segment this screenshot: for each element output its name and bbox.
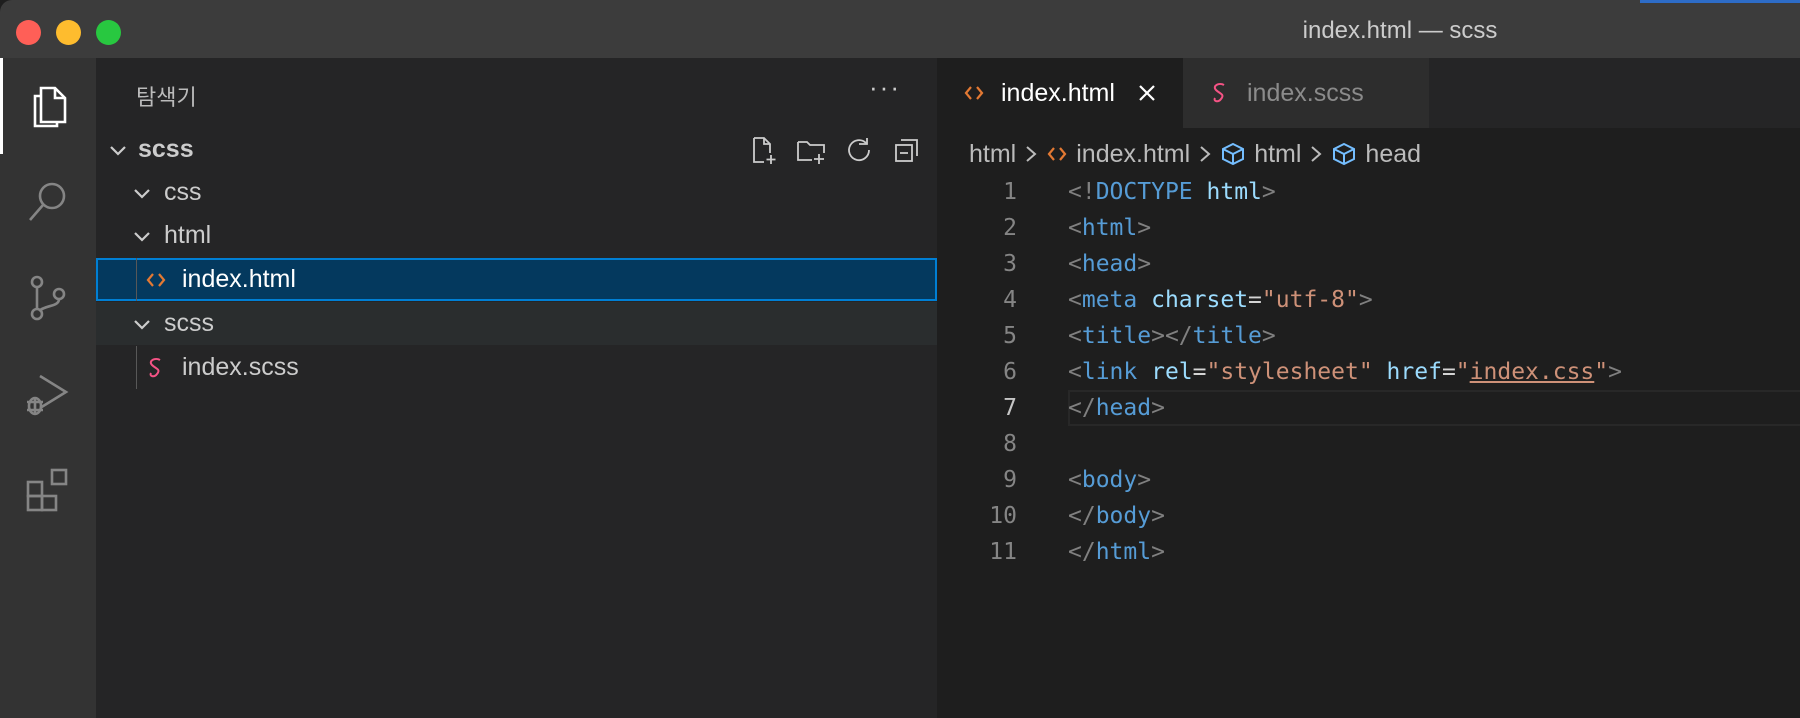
indent-guide (136, 346, 137, 389)
line-number: 8 (1003, 431, 1017, 457)
sidebar-title: 탐색기 (136, 85, 197, 110)
refresh-icon[interactable] (843, 134, 875, 166)
activity-search[interactable] (0, 154, 96, 250)
chevron-right-icon (1309, 144, 1323, 164)
activity-extensions[interactable] (0, 442, 96, 538)
html-file-icon (144, 268, 168, 292)
code-line: 11 </html> (937, 534, 1800, 570)
code-line: 3 <head> (937, 246, 1800, 282)
editor-tabs: index.html index.scss (937, 58, 1800, 128)
symbol-field-icon (1331, 141, 1357, 167)
code-editor[interactable]: 1 <!DOCTYPE html> 2 <html> 3 <head> 4 <m… (937, 174, 1800, 570)
line-number: 1 (1003, 179, 1017, 205)
tab-index-html[interactable]: index.html (937, 58, 1183, 128)
code-line: 5 <title></title> (937, 318, 1800, 354)
chevron-right-icon (1198, 144, 1212, 164)
breadcrumb: html index.html html head (969, 134, 1421, 174)
breadcrumb-item[interactable]: head (1365, 140, 1421, 169)
explorer-sidebar: 탐색기 ··· scss css html index.html scss in… (96, 58, 937, 718)
activity-source-control[interactable] (0, 250, 96, 346)
minimize-window-button[interactable] (56, 20, 81, 45)
line-number: 9 (1003, 467, 1017, 493)
scss-file-icon (144, 356, 168, 380)
line-number: 2 (1003, 215, 1017, 241)
breadcrumb-item[interactable]: index.html (1076, 140, 1190, 169)
tree-root-scss[interactable]: scss (96, 128, 937, 171)
zoom-window-button[interactable] (96, 20, 121, 45)
html-file-icon (963, 82, 985, 104)
close-icon[interactable] (1137, 83, 1157, 103)
search-icon (29, 182, 66, 221)
line-number: 3 (1003, 251, 1017, 277)
tree-item-label: index.scss (182, 353, 299, 381)
chevron-down-icon (130, 181, 154, 205)
line-number: 5 (1003, 323, 1017, 349)
code-line: 10 </body> (937, 498, 1800, 534)
tree-root-label: scss (138, 135, 194, 163)
tree-file-index-scss[interactable]: index.scss (96, 346, 937, 389)
tree-item-label: scss (164, 309, 214, 337)
tree-folder-html[interactable]: html (96, 214, 937, 257)
tab-label: index.html (1001, 78, 1115, 107)
tree-folder-css[interactable]: css (96, 171, 937, 214)
tree-folder-scss[interactable]: scss (96, 302, 937, 345)
run-debug-icon (27, 374, 69, 416)
html-file-icon (1046, 143, 1068, 165)
tree-item-label: html (164, 221, 212, 249)
more-actions-button[interactable]: ··· (869, 72, 901, 103)
activity-bar (0, 58, 96, 718)
window-title: index.html — scss (1302, 17, 1498, 44)
title-bar: index.html — scss (0, 0, 1800, 58)
tab-index-scss[interactable]: index.scss (1183, 58, 1429, 128)
tree-file-index-html[interactable]: index.html (96, 258, 937, 301)
tab-label: index.scss (1247, 78, 1364, 107)
code-line: 4 <meta charset="utf-8"> (937, 282, 1800, 318)
editor-area: index.html index.scss html index.html ht… (937, 58, 1800, 718)
line-number: 10 (989, 503, 1017, 529)
line-number: 4 (1003, 287, 1017, 313)
line-number: 7 (1003, 395, 1017, 421)
code-line-current: 7 </head> (937, 390, 1800, 426)
code-line: 9 <body> (937, 462, 1800, 498)
breadcrumb-item[interactable]: html (969, 140, 1016, 169)
title-accent-bar (1640, 0, 1800, 3)
code-line: 1 <!DOCTYPE html> (937, 174, 1800, 210)
tree-item-label: css (164, 178, 202, 206)
close-window-button[interactable] (16, 20, 41, 45)
extensions-icon (26, 468, 68, 512)
explorer-actions (747, 128, 923, 171)
chevron-down-icon (130, 312, 154, 336)
source-control-icon (30, 275, 66, 321)
current-line-highlight (1068, 390, 1800, 426)
code-line: 6 <link rel="stylesheet" href="index.css… (937, 354, 1800, 390)
scss-file-icon (1209, 81, 1231, 105)
chevron-down-icon (130, 224, 154, 248)
collapse-all-icon[interactable] (891, 134, 923, 166)
activity-run-debug[interactable] (0, 346, 96, 442)
chevron-right-icon (1024, 144, 1038, 164)
new-file-icon[interactable] (747, 134, 779, 166)
file-link[interactable]: index.css (1470, 359, 1595, 385)
indent-guide (136, 258, 137, 301)
line-number: 11 (989, 539, 1017, 565)
line-number: 6 (1003, 359, 1017, 385)
code-line: 8 (937, 426, 1800, 462)
tree-item-label: index.html (182, 265, 296, 293)
symbol-field-icon (1220, 141, 1246, 167)
chevron-down-icon (106, 138, 130, 162)
code-line: 2 <html> (937, 210, 1800, 246)
breadcrumb-item[interactable]: html (1254, 140, 1301, 169)
activity-explorer[interactable] (0, 58, 96, 154)
files-icon (33, 86, 66, 128)
new-folder-icon[interactable] (795, 134, 827, 166)
